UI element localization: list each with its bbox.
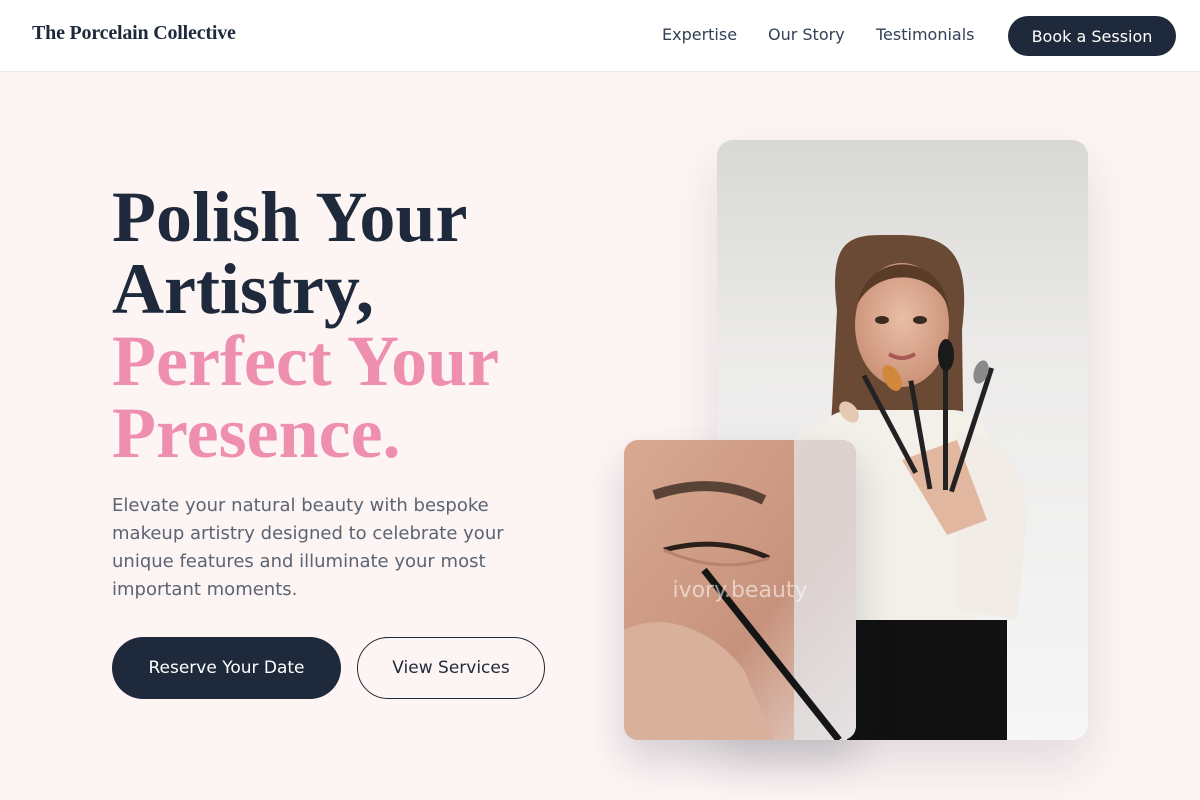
headline-line-1: Polish Your [112,177,468,257]
top-navigation: The Porcelain Collective Expertise Our S… [0,0,1200,72]
hero-description: Elevate your natural beauty with bespoke… [112,495,504,600]
headline-line-4: Presence. [112,393,401,473]
nav-link-our-story[interactable]: Our Story [768,25,845,44]
reserve-date-button[interactable]: Reserve Your Date [112,637,341,699]
brand-logo[interactable]: The Porcelain Collective [32,22,236,45]
hero-photo-eyeliner-closeup: ivory.beauty [624,440,856,740]
nav-link-expertise[interactable]: Expertise [662,25,737,44]
view-services-button[interactable]: View Services [357,637,545,699]
book-session-button[interactable]: Book a Session [1008,16,1176,56]
headline-line-3: Perfect Your [112,321,500,401]
image-watermark: ivory.beauty [672,578,808,603]
nav-link-testimonials[interactable]: Testimonials [876,25,975,44]
headline-line-2: Artistry, [112,249,374,329]
